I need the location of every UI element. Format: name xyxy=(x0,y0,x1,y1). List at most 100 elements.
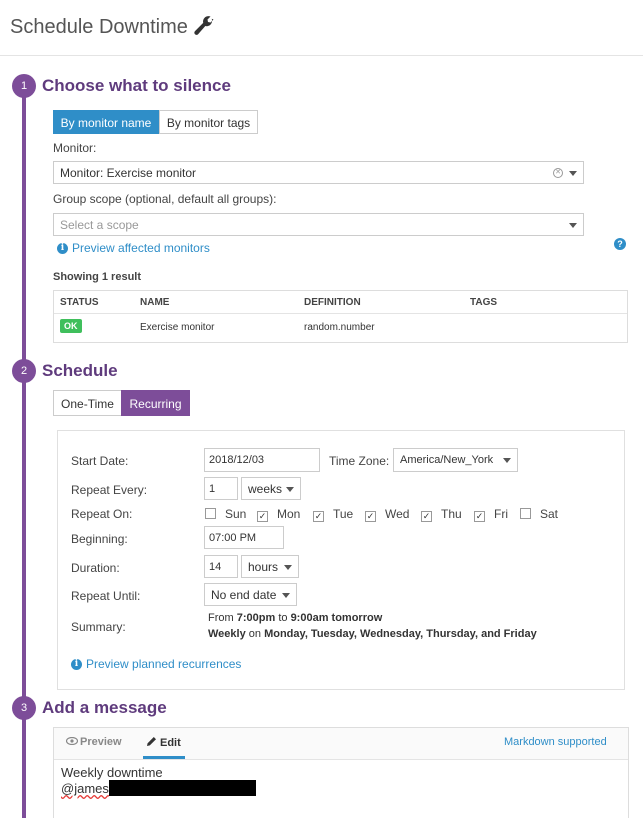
duration-input[interactable]: 14 xyxy=(204,555,238,578)
wrench-icon xyxy=(194,16,214,35)
day-checkbox-wed[interactable]: ✓ Wed xyxy=(365,507,409,522)
tab-edit[interactable]: Edit xyxy=(146,736,181,749)
summary-days: Monday, Tuesday, Wednesday, Thursday, an… xyxy=(264,628,537,640)
preview-planned-recurrences-label: Preview planned recurrences xyxy=(86,657,242,671)
recurring-button[interactable]: Recurring xyxy=(121,390,190,416)
monitor-label: Monitor: xyxy=(53,141,97,155)
group-scope-select[interactable]: Select a scope xyxy=(53,213,584,236)
repeat-every-label: Repeat Every: xyxy=(71,483,148,497)
recurring-schedule-panel xyxy=(57,430,625,690)
time-zone-select[interactable]: America/New_York xyxy=(393,448,518,472)
checkbox-checked-icon: ✓ xyxy=(257,511,268,522)
group-scope-label: Group scope (optional, default all group… xyxy=(53,192,277,206)
start-date-input[interactable]: 2018/12/03 xyxy=(204,448,320,472)
monitor-table: STATUS NAME DEFINITION TAGS OK Exercise … xyxy=(53,290,628,343)
step-title-message: Add a message xyxy=(42,698,167,717)
summary-text: on xyxy=(245,628,265,640)
message-line-1[interactable]: Weekly downtime xyxy=(61,765,163,780)
column-header-definition: DEFINITION xyxy=(304,297,361,308)
chevron-down-icon xyxy=(503,458,511,463)
monitor-select[interactable]: Monitor: Exercise monitor ✕ xyxy=(53,161,584,184)
repeat-on-label: Repeat On: xyxy=(71,507,133,521)
summary-end-time: 9:00am tomorrow xyxy=(290,612,383,624)
day-checkbox-thu[interactable]: ✓ Thu xyxy=(421,507,462,522)
step-number: 1 xyxy=(12,74,36,98)
step-title-silence: Choose what to silence xyxy=(42,76,231,95)
tab-preview[interactable]: Preview xyxy=(65,736,122,748)
status-badge: OK xyxy=(60,319,82,333)
repeat-until-select[interactable]: No end date xyxy=(204,583,297,606)
column-header-tags: TAGS xyxy=(470,297,498,308)
day-checkbox-fri[interactable]: ✓ Fri xyxy=(474,507,508,522)
repeat-unit-select[interactable]: weeks xyxy=(241,477,301,500)
checkbox-checked-icon: ✓ xyxy=(313,511,324,522)
message-editor: Preview Edit Markdown supported Weekly d… xyxy=(53,727,629,818)
summary-label: Summary: xyxy=(71,620,126,634)
duration-label: Duration: xyxy=(71,561,120,575)
chevron-down-icon xyxy=(569,171,577,176)
start-date-label: Start Date: xyxy=(71,454,129,468)
time-zone-label: Time Zone: xyxy=(329,454,390,468)
preview-affected-monitors-link[interactable]: i Preview affected monitors xyxy=(57,241,210,255)
day-checkbox-mon[interactable]: ✓ Mon xyxy=(257,507,300,522)
active-tab-indicator xyxy=(143,756,185,759)
day-label: Thu xyxy=(441,507,462,521)
summary-text: to xyxy=(275,612,291,624)
markdown-supported-link[interactable]: Markdown supported xyxy=(504,736,607,748)
summary-frequency: Weekly xyxy=(208,628,246,640)
chevron-down-icon xyxy=(569,223,577,228)
step-number: 2 xyxy=(12,359,36,383)
by-monitor-name-button[interactable]: By monitor name xyxy=(53,110,159,134)
tab-edit-label: Edit xyxy=(160,737,181,749)
chevron-down-icon xyxy=(286,487,294,492)
eye-icon xyxy=(65,736,79,746)
info-icon: i xyxy=(71,659,82,671)
day-label: Sun xyxy=(225,507,247,521)
chevron-down-icon xyxy=(284,565,292,570)
step-title-schedule: Schedule xyxy=(42,361,118,380)
one-time-button[interactable]: One-Time xyxy=(53,390,122,416)
monitor-definition-cell: random.number xyxy=(304,322,375,333)
summary-time-range: From 7:00pm to 9:00am tomorrow xyxy=(208,612,382,624)
clear-icon[interactable]: ✕ xyxy=(553,168,563,178)
help-icon[interactable]: ? xyxy=(614,238,626,250)
by-monitor-tags-button[interactable]: By monitor tags xyxy=(159,110,258,134)
tab-preview-label: Preview xyxy=(80,736,122,748)
checkbox-checked-icon: ✓ xyxy=(365,511,376,522)
day-checkbox-tue[interactable]: ✓ Tue xyxy=(313,507,353,522)
pencil-icon xyxy=(147,737,156,746)
day-label: Wed xyxy=(385,507,410,521)
step-number: 3 xyxy=(12,696,36,720)
message-tab-bar: Preview Edit Markdown supported xyxy=(54,728,628,760)
time-zone-value: America/New_York xyxy=(400,454,494,466)
preview-affected-monitors-label: Preview affected monitors xyxy=(72,241,210,255)
message-line-2[interactable]: @james xyxy=(61,781,109,796)
checkbox-icon xyxy=(205,508,216,519)
column-header-status: STATUS xyxy=(60,297,99,308)
summary-start-time: 7:00pm xyxy=(236,612,276,624)
day-label: Sat xyxy=(540,507,559,521)
checkbox-checked-icon: ✓ xyxy=(421,511,432,522)
day-label: Mon xyxy=(277,507,301,521)
preview-planned-recurrences-link[interactable]: i Preview planned recurrences xyxy=(71,657,241,671)
repeat-until-label: Repeat Until: xyxy=(71,589,141,603)
checkbox-checked-icon: ✓ xyxy=(474,511,485,522)
summary-text: From xyxy=(208,612,237,624)
day-label: Tue xyxy=(333,507,354,521)
repeat-until-value: No end date xyxy=(211,588,277,602)
chevron-down-icon xyxy=(282,593,290,598)
day-checkbox-sat[interactable]: Sat xyxy=(520,507,558,521)
day-label: Fri xyxy=(494,507,508,521)
day-checkbox-sun[interactable]: Sun xyxy=(205,507,246,521)
monitor-name-cell[interactable]: Exercise monitor xyxy=(140,322,214,333)
results-count: Showing 1 result xyxy=(53,271,142,283)
repeat-every-input[interactable]: 1 xyxy=(204,477,238,500)
summary-recurrence: Weekly on Monday, Tuesday, Wednesday, Th… xyxy=(208,628,537,640)
page-title: Schedule Downtime xyxy=(10,16,188,38)
info-icon: i xyxy=(57,243,68,255)
duration-unit-select[interactable]: hours xyxy=(241,555,299,578)
column-header-name: NAME xyxy=(140,297,170,308)
beginning-time-input[interactable]: 07:00 PM xyxy=(204,526,284,549)
duration-unit-value: hours xyxy=(248,560,279,574)
monitor-select-value: Monitor: Exercise monitor xyxy=(60,166,197,180)
